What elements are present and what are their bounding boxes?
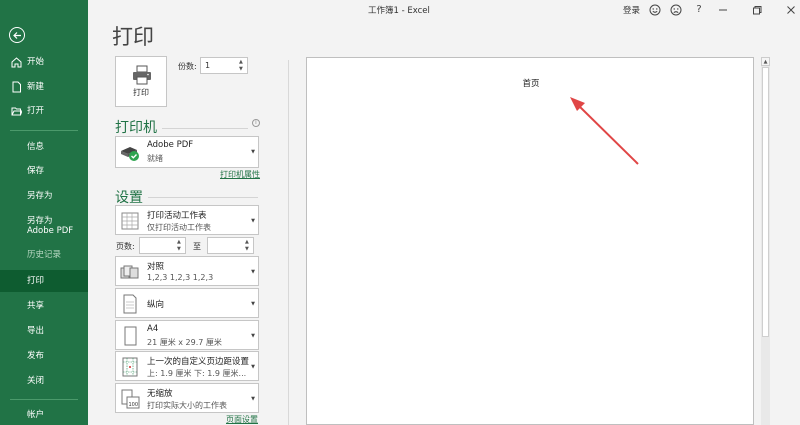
sidebar-item-close[interactable]: 关闭 — [0, 370, 88, 392]
margins-dropdown[interactable]: 上一次的自定义页边距设置 上: 1.9 厘米 下: 1.9 厘米... ▼ — [115, 351, 259, 381]
dropdown-arrow-icon: ▼ — [251, 396, 255, 402]
sidebar-item-share[interactable]: 共享 — [0, 295, 88, 317]
sidebar-divider — [10, 399, 78, 400]
arrow-left-icon — [13, 32, 21, 39]
spin-down-icon[interactable]: ▼ — [239, 66, 245, 72]
sidebar-item-export[interactable]: 导出 — [0, 320, 88, 342]
frown-icon[interactable] — [669, 3, 683, 17]
sidebar-item-publish[interactable]: 发布 — [0, 345, 88, 367]
printer-icon — [133, 65, 151, 85]
pages-label: 页数: — [116, 242, 135, 251]
backstage-sidebar: 开始 新建 打开 信息 保存 另存为 另存为 Adobe PDF 历史记录 打印… — [0, 0, 88, 425]
scroll-up-icon[interactable]: ▲ — [761, 57, 770, 66]
sidebar-item-info[interactable]: 信息 — [0, 136, 88, 158]
sidebar-item-home[interactable]: 开始 — [0, 51, 88, 73]
portrait-icon — [123, 294, 137, 314]
spin-up-icon[interactable]: ▲ — [245, 239, 251, 245]
printer-dropdown[interactable]: Adobe PDF 就绪 ▼ — [115, 136, 259, 168]
dropdown-arrow-icon: ▼ — [251, 149, 255, 155]
collate-dropdown[interactable]: 对照 1,2,3 1,2,3 1,2,3 ▼ — [115, 256, 259, 286]
restore-icon[interactable] — [750, 3, 764, 17]
new-file-icon — [12, 81, 21, 93]
paper-icon — [124, 326, 137, 346]
dropdown-arrow-icon: ▼ — [251, 364, 255, 370]
scroll-thumb[interactable] — [762, 67, 769, 337]
paper-size-dropdown[interactable]: A4 21 厘米 x 29.7 厘米 ▼ — [115, 320, 259, 350]
sidebar-item-save-as-pdf[interactable]: 另存为 Adobe PDF — [0, 212, 88, 240]
print-button[interactable]: 打印 — [115, 56, 167, 107]
sidebar-item-save-as[interactable]: 另存为 — [0, 185, 88, 207]
sidebar-item-new[interactable]: 新建 — [0, 76, 88, 98]
back-button[interactable] — [9, 27, 25, 43]
minimize-icon[interactable] — [716, 3, 730, 17]
printer-properties-link[interactable]: 打印机属性 — [220, 169, 260, 180]
printer-section-title: 打印机 — [115, 120, 157, 136]
sidebar-item-save[interactable]: 保存 — [0, 160, 88, 182]
copies-label: 份数: — [178, 62, 197, 71]
dropdown-arrow-icon: ▼ — [251, 333, 255, 339]
folder-open-icon — [11, 107, 22, 116]
spin-up-icon[interactable]: ▲ — [239, 59, 245, 65]
section-divider — [162, 128, 248, 129]
copies-input[interactable]: 1 ▲ ▼ — [200, 57, 248, 74]
preview-scrollbar[interactable]: ▲ — [761, 57, 770, 425]
sidebar-item-history: 历史记录 — [27, 250, 62, 260]
window-title: 工作簿1 - Excel — [368, 6, 430, 16]
dropdown-arrow-icon: ▼ — [251, 301, 255, 307]
print-scope-dropdown[interactable]: 打印活动工作表 仅打印活动工作表 ▼ — [115, 205, 259, 235]
printer-ready-icon — [121, 147, 139, 161]
sidebar-item-open[interactable]: 打开 — [0, 100, 88, 122]
collate-icon — [120, 265, 139, 279]
section-divider — [148, 197, 258, 198]
annotation-arrow-icon — [570, 97, 639, 165]
pages-to-label: 至 — [193, 242, 201, 251]
close-icon[interactable] — [784, 3, 798, 17]
margins-icon — [122, 357, 138, 377]
scaling-dropdown[interactable]: 100 无缩放 打印实际大小的工作表 ▼ — [115, 383, 259, 413]
pane-divider — [288, 60, 289, 425]
spin-down-icon[interactable]: ▼ — [245, 246, 251, 252]
smile-icon[interactable] — [648, 3, 662, 17]
dropdown-arrow-icon: ▼ — [251, 218, 255, 224]
page-from-input[interactable]: ▲ ▼ — [139, 237, 186, 254]
spin-down-icon[interactable]: ▼ — [177, 246, 183, 252]
sign-in-link[interactable]: 登录 — [623, 4, 640, 16]
svg-text:100: 100 — [129, 402, 139, 408]
help-icon[interactable]: ? — [692, 3, 706, 17]
no-scaling-icon: 100 — [121, 389, 140, 409]
spin-up-icon[interactable]: ▲ — [177, 239, 183, 245]
dropdown-arrow-icon: ▼ — [251, 269, 255, 275]
sidebar-item-print[interactable]: 打印 — [0, 270, 88, 292]
sidebar-divider — [10, 130, 78, 131]
page-title: 打印 — [112, 25, 154, 49]
orientation-dropdown[interactable]: 纵向 ▼ — [115, 288, 259, 318]
settings-section-title: 设置 — [115, 190, 143, 206]
title-bar: 工作簿1 - Excel 登录 ? — [88, 0, 800, 20]
home-icon — [11, 57, 22, 68]
sidebar-item-account[interactable]: 帐户 — [0, 404, 88, 425]
page-to-input[interactable]: ▲ ▼ — [207, 237, 254, 254]
worksheet-icon — [121, 212, 139, 230]
print-preview-page: 首页 — [306, 57, 754, 425]
page-setup-link[interactable]: 页面设置 — [226, 414, 258, 425]
info-icon[interactable]: i — [252, 119, 260, 127]
